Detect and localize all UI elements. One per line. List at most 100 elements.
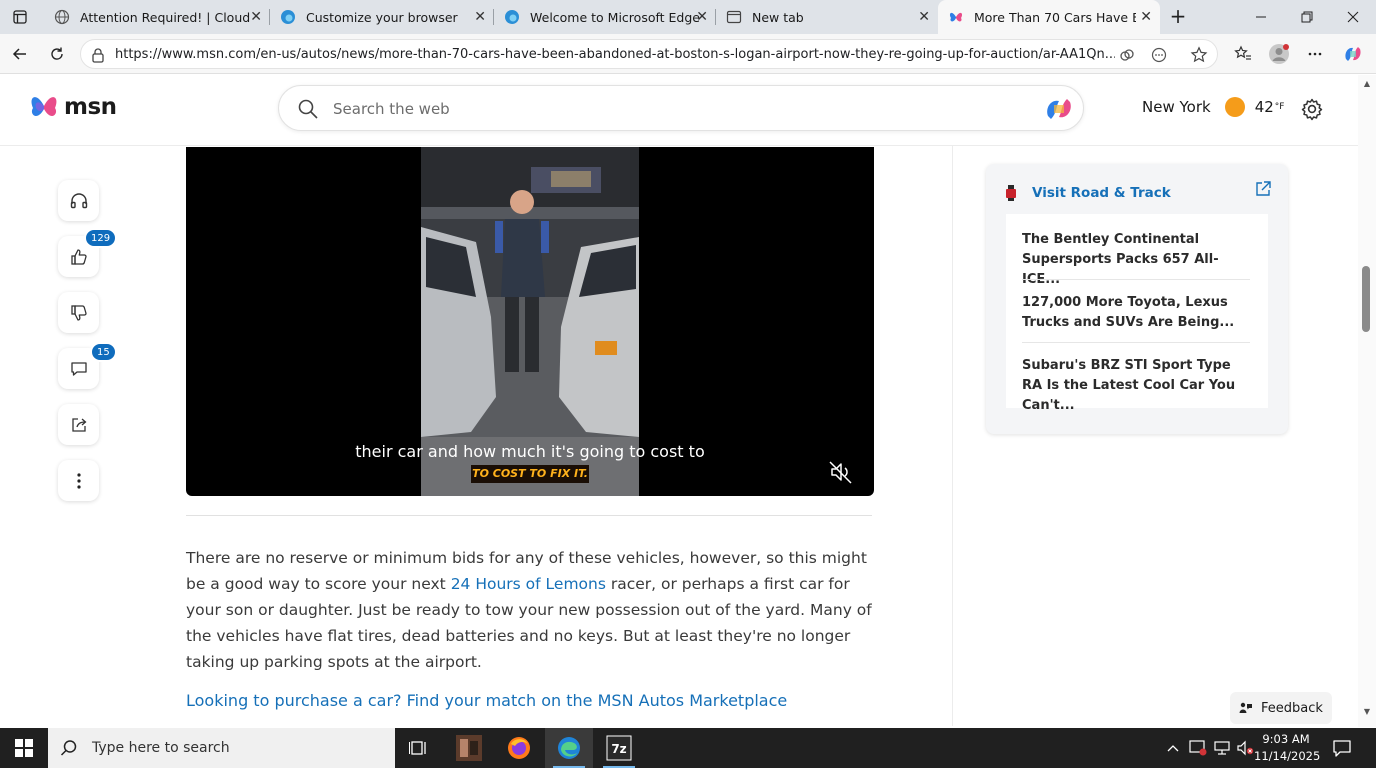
reader-view-icon[interactable] — [1117, 45, 1137, 65]
copilot-button[interactable] — [1340, 42, 1366, 66]
list-divider — [1022, 279, 1250, 280]
column-divider — [952, 146, 953, 726]
tab-title: Welcome to Microsoft Edge — [530, 9, 700, 25]
thumbs-up-icon — [70, 248, 87, 265]
web-search-box[interactable] — [278, 85, 1084, 131]
edge-icon — [504, 9, 520, 25]
taskbar-app-photo[interactable] — [445, 728, 493, 768]
search-icon — [298, 99, 318, 119]
close-window-button[interactable] — [1330, 0, 1376, 34]
weather-city: New York — [1142, 98, 1211, 116]
taskbar-app-edge[interactable] — [545, 728, 593, 768]
address-bar[interactable]: https://www.msn.com/en-us/autos/news/mor… — [80, 39, 1218, 69]
search-icon — [60, 740, 77, 756]
close-tab-icon[interactable]: ✕ — [1140, 9, 1152, 25]
restore-icon — [1301, 11, 1313, 23]
taskbar-search-box[interactable]: Type here to search — [48, 728, 395, 768]
copilot-icon — [1345, 47, 1361, 61]
close-tab-icon[interactable]: ✕ — [696, 9, 708, 25]
browser-tab-strip: Attention Required! | Cloudflare ✕ Custo… — [0, 0, 1376, 34]
system-clock[interactable]: 9:03 AM 11/14/2025 — [1254, 731, 1320, 765]
thumbs-down-icon — [70, 304, 87, 321]
favorites-list-icon — [1234, 45, 1251, 60]
back-button[interactable] — [7, 42, 33, 66]
list-divider — [1022, 342, 1250, 343]
windows-taskbar: Type here to search 7z 9:03 AM 11/14/202… — [0, 728, 1376, 768]
profile-button[interactable] — [1266, 42, 1292, 66]
close-tab-icon[interactable]: ✕ — [250, 9, 262, 25]
close-tab-icon[interactable]: ✕ — [474, 9, 486, 25]
video-burned-subtitle: TO COST TO FIX IT. — [471, 465, 589, 483]
site-info-icon[interactable] — [89, 46, 107, 64]
refresh-button[interactable] — [44, 42, 70, 66]
scroll-up-arrow-icon[interactable]: ▲ — [1362, 79, 1372, 89]
vertical-dots-icon — [76, 472, 81, 489]
msn-logo[interactable]: msn — [28, 92, 117, 122]
new-tab-button[interactable]: + — [1166, 4, 1190, 28]
road-and-track-logo-icon — [1006, 185, 1016, 201]
tab-welcome-edge[interactable]: Welcome to Microsoft Edge ✕ — [494, 0, 716, 34]
url-text[interactable]: https://www.msn.com/en-us/autos/news/mor… — [115, 47, 1115, 62]
tab-title: More Than 70 Cars Have Been Abandoned — [974, 9, 1136, 25]
search-input[interactable] — [333, 97, 1013, 121]
tray-security-icon[interactable] — [1186, 728, 1210, 768]
windows-logo-icon — [15, 739, 33, 757]
mute-icon[interactable] — [828, 459, 854, 485]
autos-marketplace-link[interactable]: Looking to purchase a car? Find your mat… — [186, 691, 787, 710]
feedback-button[interactable]: Feedback — [1230, 692, 1332, 724]
external-link-icon[interactable] — [1254, 180, 1272, 198]
tab-title: Attention Required! | Cloudflare — [80, 9, 250, 25]
newtab-icon — [726, 9, 742, 25]
task-view-button[interactable] — [395, 728, 443, 768]
edge-icon — [280, 9, 296, 25]
network-icon[interactable] — [1210, 728, 1234, 768]
lemons-link[interactable]: 24 Hours of Lemons — [451, 575, 606, 593]
minimize-button[interactable] — [1238, 0, 1284, 34]
task-view-icon — [409, 741, 426, 755]
more-dots-icon — [1308, 52, 1322, 56]
copilot-icon[interactable] — [1043, 94, 1075, 124]
msn-butterfly-icon — [31, 97, 57, 116]
taskbar-app-7zip[interactable]: 7z — [595, 728, 643, 768]
notification-center-icon[interactable] — [1330, 736, 1354, 760]
volume-muted-icon[interactable] — [1234, 728, 1256, 768]
favorites-button[interactable] — [1230, 42, 1256, 66]
image-app-icon — [456, 735, 482, 761]
msn-header: msn New York 42°F — [0, 75, 1358, 146]
globe-icon — [54, 9, 70, 25]
page-scrollbar[interactable]: ▲ ▼ — [1358, 75, 1376, 727]
taskbar-search-placeholder: Type here to search — [92, 740, 230, 756]
comment-count-badge: 15 — [90, 342, 117, 362]
video-caption: their car and how much it's going to cos… — [355, 442, 705, 461]
video-player[interactable]: their car and how much it's going to cos… — [186, 147, 874, 496]
favorite-star-icon[interactable] — [1189, 45, 1209, 65]
settings-gear-icon[interactable] — [1300, 97, 1324, 121]
taskbar-app-firefox[interactable] — [495, 728, 543, 768]
restore-button[interactable] — [1284, 0, 1330, 34]
related-article-item[interactable]: Subaru's BRZ STI Sport Type RA Is the La… — [1022, 356, 1248, 416]
minimize-icon — [1256, 16, 1266, 18]
source-link[interactable]: Visit Road & Track — [1004, 184, 1171, 202]
article-paragraph: There are no reserve or minimum bids for… — [186, 545, 876, 675]
tab-msn-article[interactable]: More Than 70 Cars Have Been Abandoned ✕ — [938, 0, 1160, 34]
tab-cloudflare[interactable]: Attention Required! | Cloudflare ✕ — [44, 0, 270, 34]
related-article-item[interactable]: 127,000 More Toyota, Lexus Trucks and SU… — [1022, 293, 1248, 333]
tab-new-tab[interactable]: New tab ✕ — [716, 0, 938, 34]
share-button[interactable] — [58, 404, 99, 445]
scrollbar-thumb[interactable] — [1362, 266, 1370, 332]
start-button[interactable] — [0, 728, 48, 768]
show-hidden-icons-button[interactable] — [1162, 728, 1184, 768]
scroll-down-arrow-icon[interactable]: ▼ — [1362, 707, 1372, 717]
sunny-weather-icon — [1224, 97, 1245, 117]
tab-actions-button[interactable] — [6, 6, 34, 28]
tab-customize-browser[interactable]: Customize your browser ✕ — [270, 0, 494, 34]
settings-more-button[interactable] — [1302, 42, 1328, 66]
weather-widget[interactable]: New York 42 °F — [1142, 97, 1284, 117]
listen-button[interactable] — [58, 180, 99, 221]
more-extensions-icon[interactable] — [1149, 45, 1169, 65]
close-tab-icon[interactable]: ✕ — [918, 9, 930, 25]
dislike-button[interactable] — [58, 292, 99, 333]
related-article-item[interactable]: The Bentley Continental Supersports Pack… — [1022, 230, 1248, 290]
more-options-button[interactable] — [58, 460, 99, 501]
edge-icon — [558, 737, 580, 759]
